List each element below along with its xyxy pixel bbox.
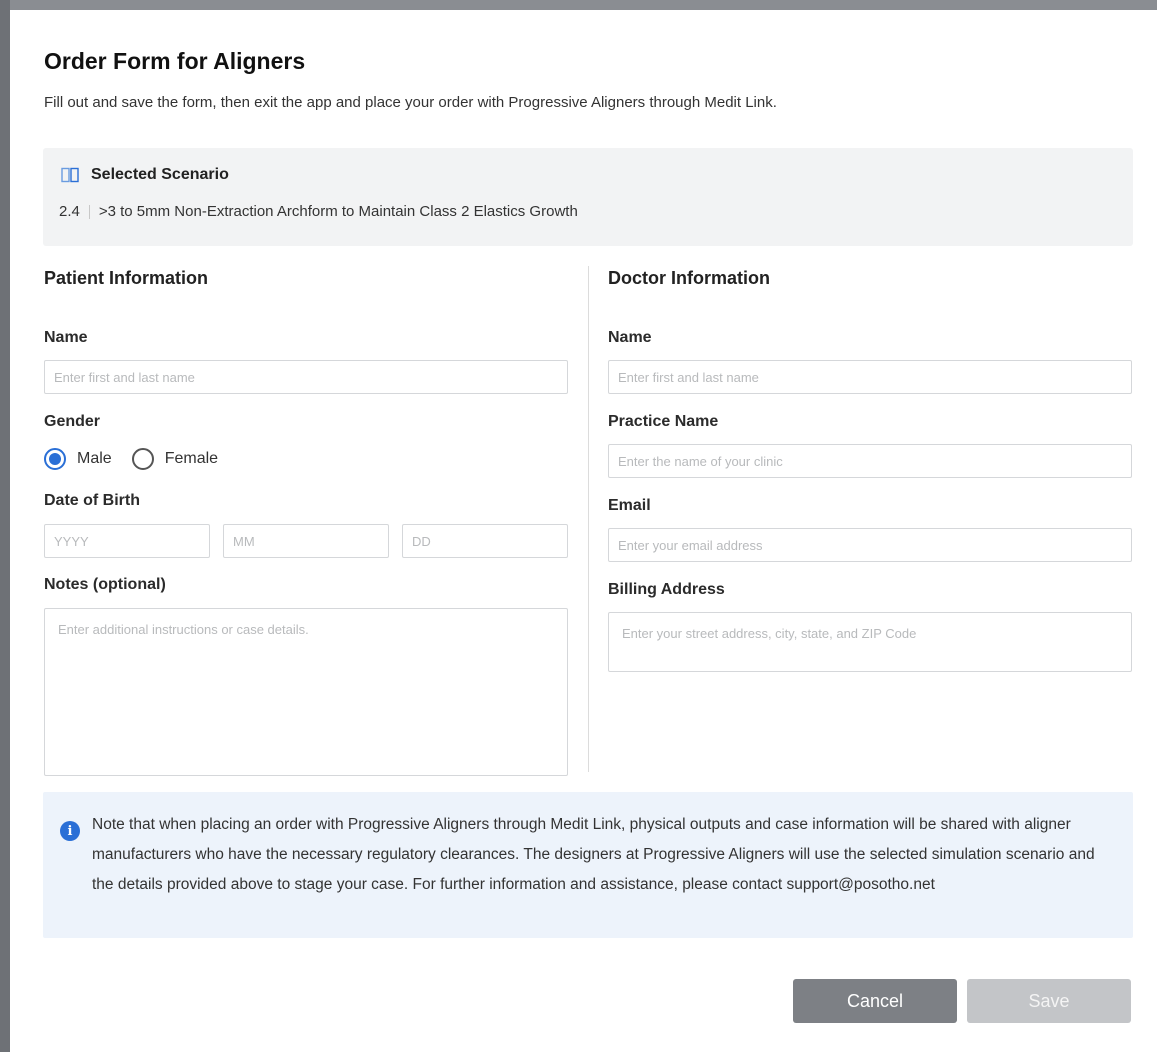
column-divider <box>588 266 589 772</box>
email-input[interactable] <box>608 528 1132 562</box>
gender-female-label[interactable]: Female <box>165 450 218 468</box>
save-button[interactable]: Save <box>967 979 1131 1023</box>
patient-name-label: Name <box>44 329 88 346</box>
dob-month-input[interactable] <box>223 524 389 558</box>
dob-year-input[interactable] <box>44 524 210 558</box>
info-notice: i Note that when placing an order with P… <box>43 792 1133 938</box>
doctor-name-input[interactable] <box>608 360 1132 394</box>
info-notice-text: Note that when placing an order with Pro… <box>92 816 1095 893</box>
date-of-birth-label: Date of Birth <box>44 492 140 509</box>
info-icon: i <box>60 821 80 841</box>
gender-female-radio[interactable] <box>131 448 154 470</box>
scenario-description: >3 to 5mm Non-Extraction Archform to Mai… <box>98 203 578 220</box>
order-form-dialog: Order Form for Aligners Fill out and sav… <box>10 10 1157 1052</box>
gender-male-radio[interactable] <box>44 448 66 470</box>
selected-scenario-panel: Selected Scenario 2.4 >3 to 5mm Non-Extr… <box>43 148 1133 246</box>
gender-label: Gender <box>44 413 101 430</box>
dob-day-input[interactable] <box>402 524 568 558</box>
practice-name-label: Practice Name <box>608 413 719 430</box>
billing-address-textarea[interactable] <box>608 612 1132 672</box>
radio-selected-dot <box>49 453 61 465</box>
gender-male-label[interactable]: Male <box>77 450 112 468</box>
scenario-heading: Selected Scenario <box>91 166 229 183</box>
billing-address-label: Billing Address <box>608 581 725 598</box>
gender-radio-group: Male Female <box>44 448 238 470</box>
scenario-header: Selected Scenario <box>61 166 229 184</box>
patient-section-title: Patient Information <box>44 268 209 288</box>
dialog-subtitle: Fill out and save the form, then exit th… <box>44 94 777 111</box>
scenario-divider <box>88 204 90 219</box>
book-open-icon <box>61 167 79 183</box>
dialog-title: Order Form for Aligners <box>44 48 306 74</box>
notes-label: Notes (optional) <box>44 576 166 593</box>
backdrop-edge <box>0 0 10 1052</box>
scenario-number: 2.4 <box>59 203 80 220</box>
doctor-name-label: Name <box>608 329 652 346</box>
doctor-section-title: Doctor Information <box>608 268 770 288</box>
email-label: Email <box>608 497 651 514</box>
practice-name-input[interactable] <box>608 444 1132 478</box>
scenario-detail: 2.4 >3 to 5mm Non-Extraction Archform to… <box>59 203 578 220</box>
cancel-button[interactable]: Cancel <box>793 979 957 1023</box>
patient-name-input[interactable] <box>44 360 568 394</box>
notes-textarea[interactable] <box>44 608 568 776</box>
